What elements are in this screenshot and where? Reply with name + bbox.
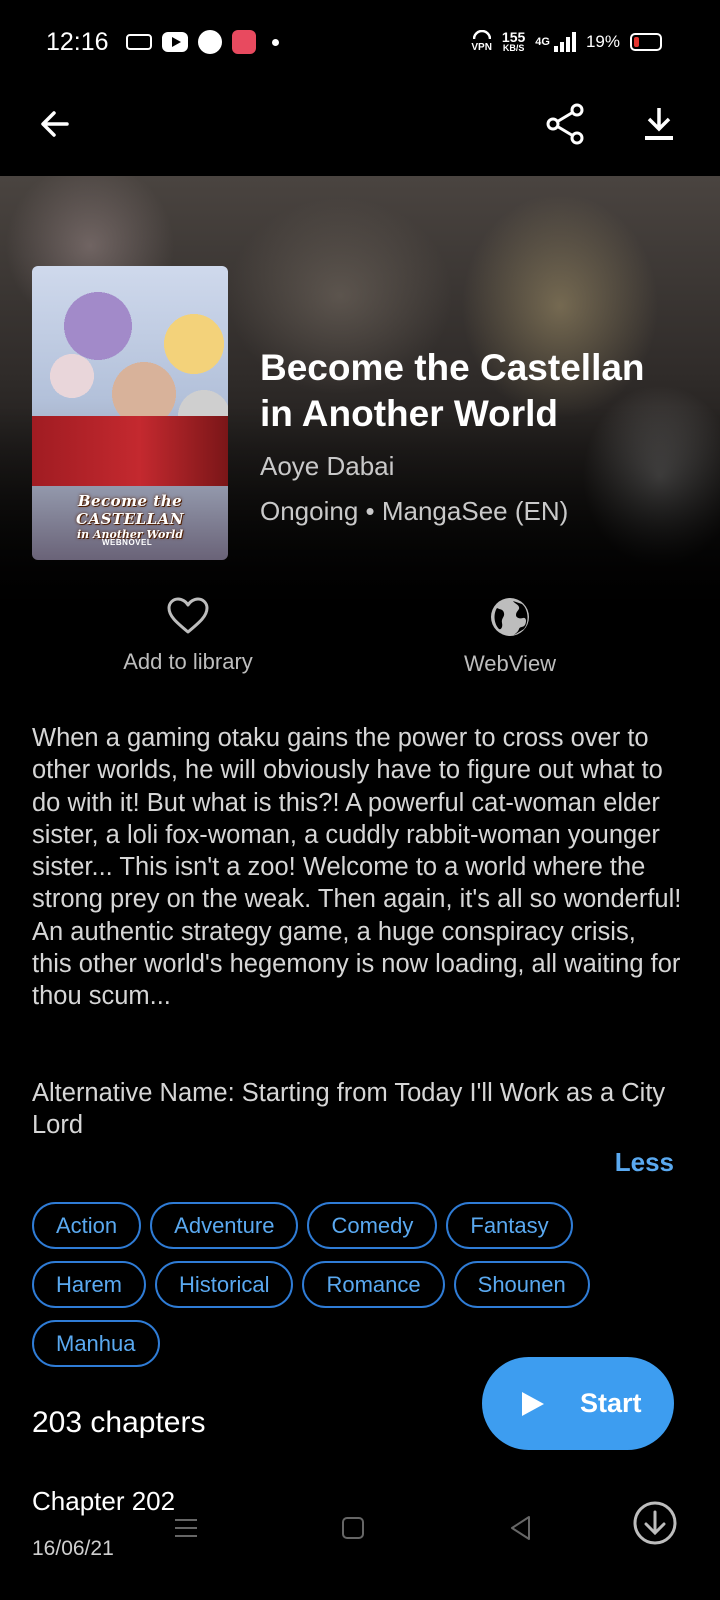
download-icon	[645, 108, 673, 140]
webview-button[interactable]: WebView	[400, 596, 620, 677]
app-notification-icon	[232, 30, 256, 54]
globe-icon	[491, 598, 529, 636]
cover-publisher: WEBNOVEL	[102, 538, 153, 547]
network-speed-unit: KB/S	[502, 42, 525, 53]
share-button[interactable]	[537, 96, 593, 152]
arrow-left-icon	[41, 111, 69, 137]
genre-tag[interactable]: Fantasy	[446, 1202, 573, 1249]
cover-art	[32, 416, 228, 486]
vpn-icon: VPN	[471, 29, 492, 53]
genre-tag[interactable]: Manhua	[32, 1320, 160, 1367]
youtube-icon	[162, 32, 188, 52]
cover-logo-line-1: Become the CASTELLAN	[76, 492, 184, 528]
chapter-count: 203 chapters	[32, 1406, 206, 1439]
manga-cover[interactable]: Become the CASTELLAN in Another World WE…	[32, 266, 228, 560]
shazam-icon	[198, 30, 222, 54]
genre-tag[interactable]: Shounen	[453, 1261, 590, 1308]
genre-tag[interactable]: Romance	[302, 1261, 445, 1308]
back-button[interactable]	[27, 96, 83, 152]
battery-icon	[630, 32, 662, 51]
battery-percent: 19%	[585, 31, 620, 51]
notification-icons	[126, 30, 279, 54]
share-icon	[546, 103, 584, 145]
genre-tag[interactable]: Adventure	[150, 1202, 299, 1249]
heart-outline-icon	[167, 597, 209, 634]
genre-tag[interactable]: Historical	[155, 1261, 294, 1308]
genre-tag[interactable]: Harem	[32, 1261, 147, 1308]
home-icon[interactable]	[337, 1512, 369, 1544]
genre-tags: Action Adventure Comedy Fantasy Harem Hi…	[32, 1202, 672, 1367]
gamepad-icon	[126, 34, 152, 50]
alternative-name: Alternative Name: Starting from Today I'…	[32, 1079, 666, 1140]
download-button[interactable]	[631, 96, 687, 152]
webview-label: WebView	[463, 651, 557, 676]
signal-icon	[553, 31, 576, 52]
more-notifications-dot-icon	[272, 38, 279, 46]
status-time: 12:16	[46, 28, 109, 56]
manga-description[interactable]: When a gaming otaku gains the power to c…	[32, 722, 682, 1013]
cover-logo: Become the CASTELLAN in Another World	[32, 492, 228, 541]
system-status: VPN 155 KB/S 4G 19%	[471, 30, 662, 53]
top-app-bar	[0, 88, 720, 176]
status-bar: 12:16 VPN 155 KB/S 4G 19%	[0, 0, 720, 88]
recent-apps-icon[interactable]	[170, 1512, 202, 1544]
manga-author[interactable]: Aoye Dabai	[260, 451, 394, 482]
play-icon	[522, 1391, 544, 1416]
start-reading-button[interactable]: Start	[482, 1357, 674, 1450]
genre-tag[interactable]: Comedy	[307, 1202, 438, 1249]
add-to-library-button[interactable]: Add to library	[78, 596, 298, 675]
system-navigation-bar	[0, 1504, 720, 1552]
manga-status-source: Ongoing • MangaSee (EN)	[260, 496, 569, 526]
vpn-label: VPN	[471, 42, 492, 53]
back-nav-icon[interactable]	[505, 1512, 537, 1544]
start-label: Start	[580, 1388, 642, 1418]
network-type: 4G	[535, 35, 550, 48]
genre-tag[interactable]: Action	[32, 1202, 142, 1249]
network-speed: 155 KB/S	[502, 30, 525, 53]
manga-title: Become the Castellan in Another World	[260, 347, 645, 434]
add-to-library-label: Add to library	[123, 649, 253, 674]
less-button[interactable]: Less	[615, 1147, 674, 1178]
